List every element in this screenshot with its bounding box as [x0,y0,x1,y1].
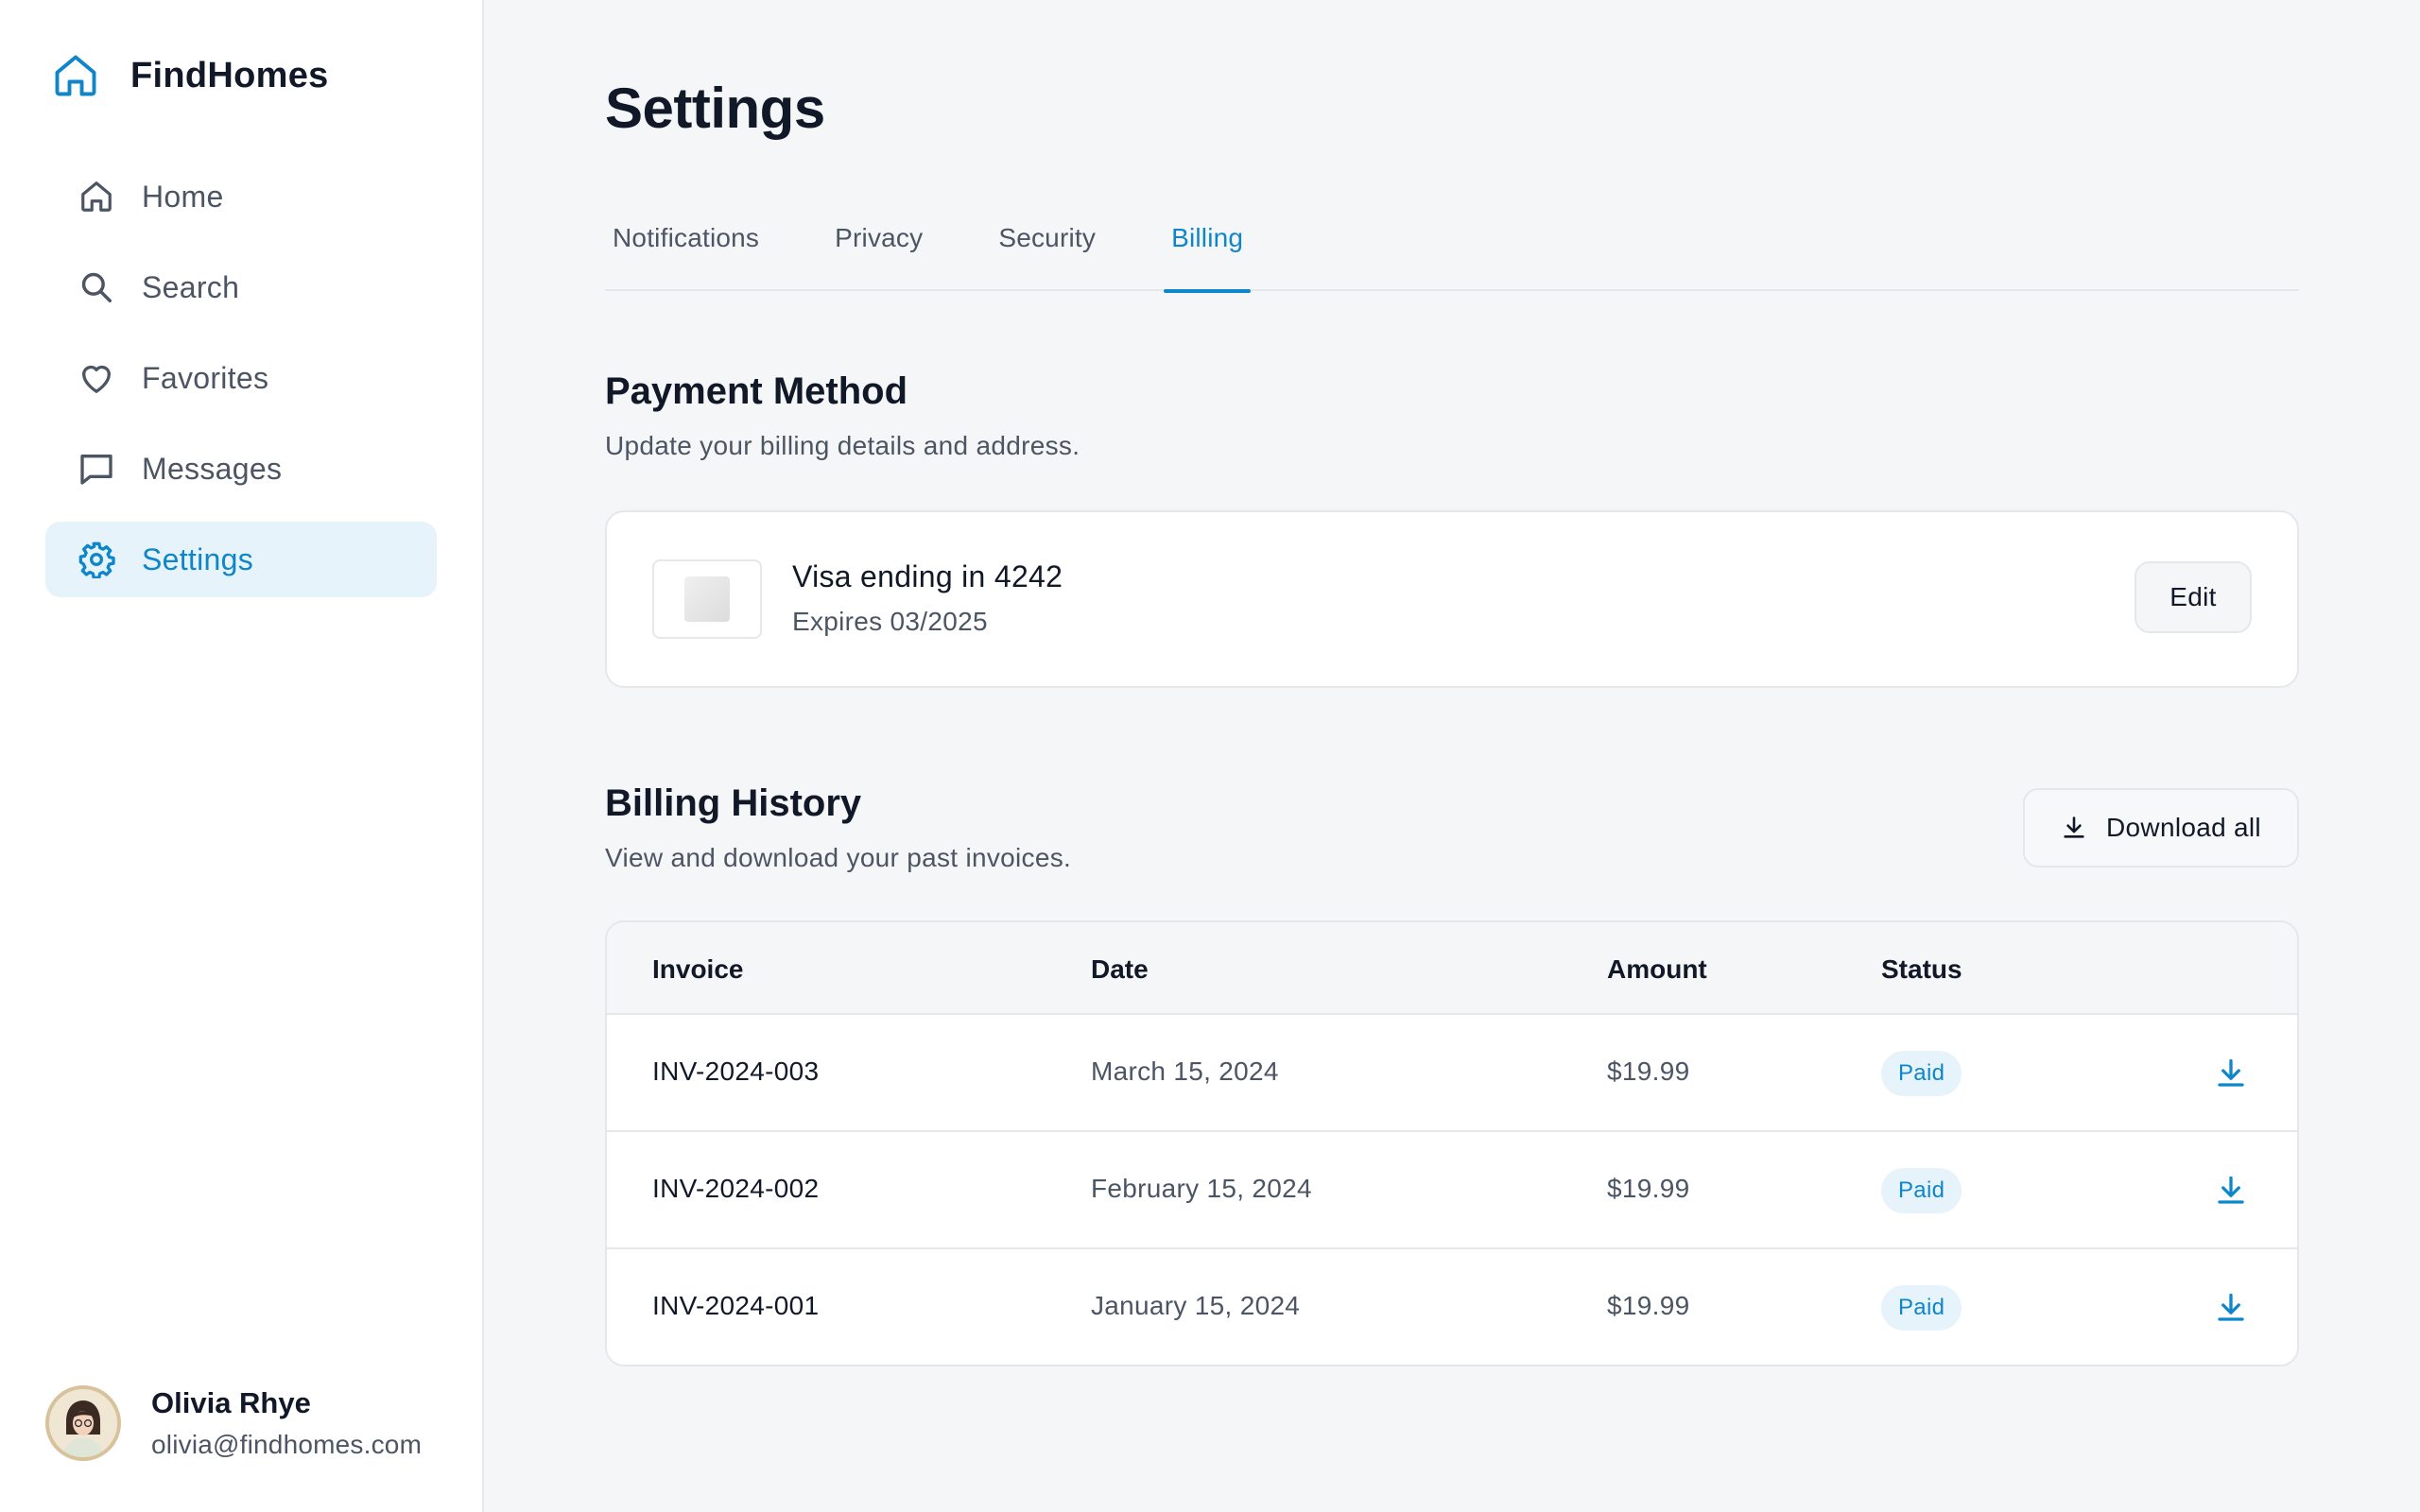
tab-notifications[interactable]: Notifications [605,208,767,291]
sidebar: FindHomes Home Search Favorites Messages… [0,0,484,1512]
sidebar-nav: Home Search Favorites Messages Settings [45,159,437,612]
main-content: Settings Notifications Privacy Security … [484,0,2420,1512]
sidebar-item-label: Settings [142,541,254,576]
sidebar-item-settings[interactable]: Settings [45,522,437,597]
column-header-invoice: Invoice [652,954,744,984]
tab-privacy[interactable]: Privacy [827,208,930,291]
download-invoice-icon[interactable] [2214,1057,2248,1091]
status-badge: Paid [1881,1051,1962,1096]
column-header-status: Status [1881,954,1962,984]
user-name: Olivia Rhye [151,1386,311,1419]
table-header: Invoice Date Amount Status [607,922,2297,1015]
gear-icon [78,541,115,578]
download-all-button[interactable]: Download all [2023,788,2299,868]
invoice-amount: $19.99 [1607,1057,1690,1086]
user-email: olivia@findhomes.com [151,1430,423,1459]
sidebar-item-messages[interactable]: Messages [45,431,437,507]
sidebar-item-label: Favorites [142,360,269,395]
tab-billing[interactable]: Billing [1164,208,1252,293]
invoice-table: Invoice Date Amount Status INV-2024-003 … [605,920,2299,1366]
invoice-id: INV-2024-002 [652,1174,820,1203]
sidebar-item-label: Messages [142,451,283,486]
card-logo [652,559,762,639]
search-icon [78,268,115,306]
download-invoice-icon[interactable] [2214,1291,2248,1325]
table-row: INV-2024-002 February 15, 2024 $19.99 Pa… [607,1132,2297,1249]
billing-history-title: Billing History [605,782,862,824]
table-row: INV-2024-003 March 15, 2024 $19.99 Paid [607,1015,2297,1132]
home-outline-icon [49,49,102,102]
column-header-date: Date [1091,954,1149,984]
download-invoice-icon[interactable] [2214,1174,2248,1208]
settings-tabs: Notifications Privacy Security Billing [605,208,2299,293]
tab-security[interactable]: Security [991,208,1103,291]
sidebar-item-search[interactable]: Search [45,249,437,325]
user-profile[interactable]: Olivia Rhye olivia@findhomes.com [45,1385,422,1461]
payment-method-title: Payment Method [605,370,908,412]
heart-icon [78,359,115,397]
invoice-date: January 15, 2024 [1091,1291,1301,1320]
avatar [45,1385,121,1461]
home-icon [78,178,115,215]
invoice-id: INV-2024-003 [652,1057,820,1086]
card-expiry: Expires 03/2025 [792,607,988,636]
user-text: Olivia Rhye olivia@findhomes.com [151,1386,422,1460]
edit-payment-button[interactable]: Edit [2135,561,2252,633]
sidebar-item-label: Home [142,179,224,214]
brand-name: FindHomes [130,55,329,95]
download-icon [2061,815,2087,841]
invoice-amount: $19.99 [1607,1174,1690,1203]
sidebar-item-label: Search [142,269,240,304]
payment-card: Visa ending in 4242 Expires 03/2025 Edit [605,510,2299,688]
status-badge: Paid [1881,1285,1962,1331]
invoice-amount: $19.99 [1607,1291,1690,1320]
sidebar-item-home[interactable]: Home [45,159,437,234]
billing-history-subtitle: View and download your past invoices. [605,843,1072,872]
download-all-label: Download all [2106,813,2261,842]
page-title: Settings [605,77,825,140]
payment-method-subtitle: Update your billing details and address. [605,431,1080,460]
invoice-id: INV-2024-001 [652,1291,820,1320]
brand[interactable]: FindHomes [49,49,329,102]
card-logo-image [684,576,730,622]
invoice-date: February 15, 2024 [1091,1174,1312,1203]
sidebar-item-favorites[interactable]: Favorites [45,340,437,416]
status-badge: Paid [1881,1168,1962,1213]
table-row: INV-2024-001 January 15, 2024 $19.99 Pai… [607,1249,2297,1365]
app-root: FindHomes Home Search Favorites Messages… [0,0,2420,1512]
invoice-date: March 15, 2024 [1091,1057,1279,1086]
column-header-amount: Amount [1607,954,1707,984]
card-label: Visa ending in 4242 [792,559,1063,593]
message-icon [78,450,115,488]
